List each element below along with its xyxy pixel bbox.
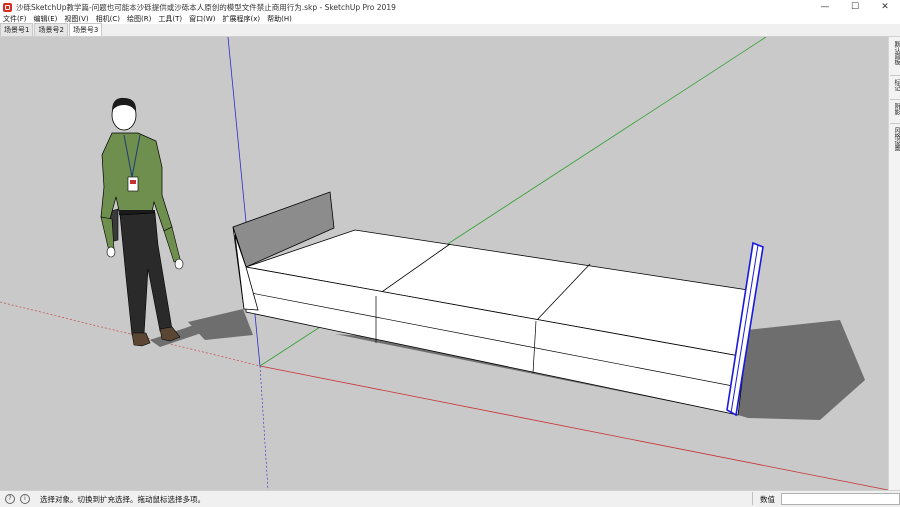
window-title: 沙砾SketchUp教学篇-问题也可能本沙砾提供或沙砾本人原创的模型文件禁止商用… bbox=[16, 2, 396, 12]
scene-drawing bbox=[0, 37, 888, 490]
status-divider bbox=[752, 492, 753, 505]
status-message: 选择对象。切换到扩充选择。拖动鼠标选择多项。 bbox=[40, 494, 205, 504]
title-bar: 沙砾SketchUp教学篇-问题也可能本沙砾提供或沙砾本人原创的模型文件禁止商用… bbox=[0, 0, 900, 14]
tray-tags[interactable]: 标记 bbox=[890, 79, 900, 91]
sketchup-app-icon bbox=[3, 2, 12, 12]
tray-styles[interactable]: 风格设置 bbox=[890, 127, 900, 151]
menu-bar: 文件(F) 编辑(E) 视图(V) 相机(C) 绘图(R) 工具(T) 窗口(W… bbox=[0, 14, 900, 24]
menu-window[interactable]: 窗口(W) bbox=[186, 14, 219, 24]
status-bar: ? i 选择对象。切换到扩充选择。拖动鼠标选择多项。 数值 bbox=[0, 490, 900, 507]
info-icon[interactable]: i bbox=[20, 494, 30, 504]
figure-left-arm bbox=[100, 216, 115, 250]
tab-scene-2[interactable]: 场景号2 bbox=[34, 23, 68, 36]
figure-left-hand bbox=[106, 246, 116, 258]
figure-right-hand bbox=[174, 258, 184, 270]
menu-draw[interactable]: 绘图(R) bbox=[124, 14, 155, 24]
measurements-label: 数值 bbox=[760, 495, 775, 504]
close-button[interactable]: ✕ bbox=[870, 0, 900, 14]
minimize-button[interactable]: — bbox=[810, 0, 840, 14]
figure-left-shoe bbox=[131, 332, 151, 347]
person-figure bbox=[100, 97, 184, 347]
default-tray: 默认面板 标记 阴影 风格设置 bbox=[888, 37, 900, 490]
menu-extensions[interactable]: 扩展程序(x) bbox=[219, 14, 264, 24]
blue-axis-dotted bbox=[259, 365, 269, 490]
scene-tab-bar: 场景号1 场景号2 场景号3 bbox=[0, 23, 900, 37]
tray-default-panel[interactable]: 默认面板 bbox=[890, 41, 900, 65]
maximize-button[interactable]: ☐ bbox=[840, 0, 870, 14]
tab-scene-3[interactable]: 场景号3 bbox=[68, 23, 103, 36]
model-viewport[interactable] bbox=[0, 37, 888, 490]
tray-shadows[interactable]: 阴影 bbox=[890, 103, 900, 115]
figure-right-arm bbox=[163, 226, 181, 263]
tab-scene-1[interactable]: 场景号1 bbox=[0, 23, 34, 36]
window-controls: — ☐ ✕ bbox=[810, 0, 900, 14]
menu-help[interactable]: 帮助(H) bbox=[264, 14, 296, 24]
menu-tools[interactable]: 工具(T) bbox=[155, 14, 186, 24]
help-icon[interactable]: ? bbox=[5, 494, 15, 504]
measurements-input[interactable] bbox=[781, 493, 900, 505]
